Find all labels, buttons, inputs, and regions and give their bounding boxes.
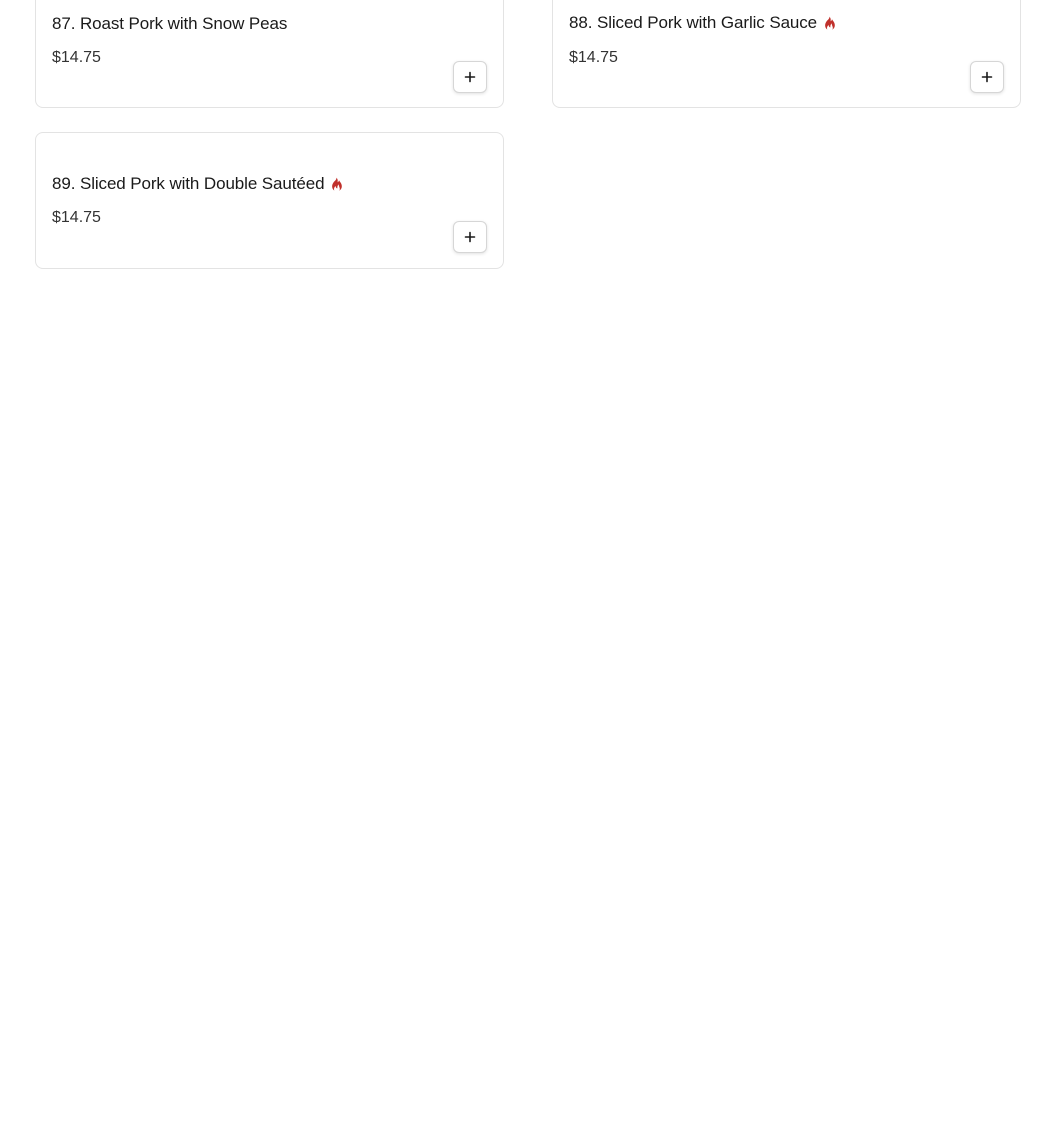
add-to-cart-button[interactable]	[453, 61, 487, 93]
flame-icon	[330, 177, 343, 192]
menu-item-card[interactable]: 88. Sliced Pork with Garlic Sauce $14.75	[552, 0, 1021, 108]
plus-icon	[464, 231, 476, 243]
menu-item-card[interactable]: 87. Roast Pork with Snow Peas $14.75	[35, 0, 504, 108]
menu-item-price: $14.75	[52, 49, 101, 66]
plus-icon	[981, 71, 993, 83]
menu-item-price: $14.75	[52, 209, 101, 226]
add-to-cart-button[interactable]	[453, 221, 487, 253]
menu-item-title: 88. Sliced Pork with Garlic Sauce	[569, 13, 836, 33]
menu-item-card[interactable]: 89. Sliced Pork with Double Sautéed $14.…	[35, 132, 504, 269]
menu-item-name: 88. Sliced Pork with Garlic Sauce	[569, 13, 818, 32]
flame-icon	[823, 16, 836, 31]
menu-item-name: 89. Sliced Pork with Double Sautéed	[52, 174, 325, 193]
menu-item-title: 89. Sliced Pork with Double Sautéed	[52, 174, 343, 194]
menu-item-title: 87. Roast Pork with Snow Peas	[52, 14, 287, 34]
menu-item-name: 87. Roast Pork with Snow Peas	[52, 14, 288, 33]
plus-icon	[464, 71, 476, 83]
menu-item-grid: 87. Roast Pork with Snow Peas $14.75 88.…	[0, 0, 1050, 1132]
add-to-cart-button[interactable]	[970, 61, 1004, 93]
menu-item-price: $14.75	[569, 49, 618, 66]
